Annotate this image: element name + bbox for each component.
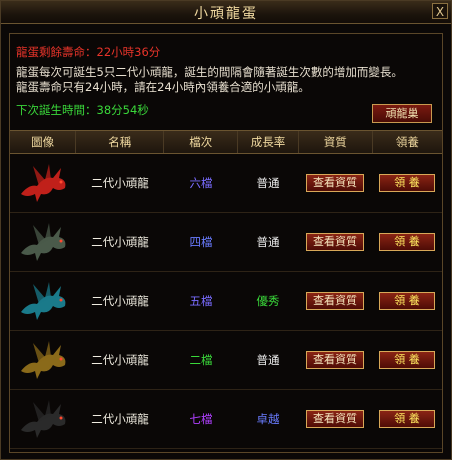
header-aptitude: 資質 <box>299 131 373 153</box>
adopt-button[interactable]: 領 養 <box>379 410 435 428</box>
dragon-name: 二代小頑龍 <box>91 353 149 367</box>
dragon-name: 二代小頑龍 <box>91 294 149 308</box>
dragon-icon <box>21 340 66 379</box>
adopt-button[interactable]: 領 養 <box>379 233 435 251</box>
adopt-button[interactable]: 領 養 <box>379 174 435 192</box>
dragon-name: 二代小頑龍 <box>91 176 149 190</box>
title-bar[interactable]: 小頑龍蛋 X <box>1 1 451 24</box>
aptitude-cell: 查看資質 <box>298 233 372 251</box>
adopt-button[interactable]: 領 養 <box>379 351 435 369</box>
dragon-name: 二代小頑龍 <box>91 412 149 426</box>
table-row-1: 二代小頑龍 六檔 普通 查看資質 領 養 <box>10 154 442 213</box>
dragon-growth: 普通 <box>256 353 280 367</box>
adopt-cell: 領 養 <box>372 233 442 251</box>
dragon-icon <box>21 399 66 438</box>
window-title: 小頑龍蛋 <box>194 6 258 22</box>
description-line-2: 龍蛋壽命只有24小時，請在24小時內領養合適的小頑龍。 <box>16 80 310 94</box>
dragon-icon <box>21 281 66 320</box>
dragon-image-cell <box>10 158 76 209</box>
header-adopt: 領養 <box>395 135 419 149</box>
dragon-grade: 六檔 <box>189 176 213 190</box>
adopt-cell: 領 養 <box>372 292 442 310</box>
egg-info: 龍蛋剩餘壽命：22小時36分 龍蛋每次可誕生5只二代小頑龍，誕生的間隔會隨著誕生… <box>16 44 403 118</box>
dragon-image-cell <box>10 335 76 386</box>
dragon-table: 圖像 名稱 檔次 成長率 資質 領養 二代小頑龍 六檔 普通 查看資質 領 養 <box>10 130 442 449</box>
adopt-button[interactable]: 領 養 <box>379 292 435 310</box>
description-line-1: 龍蛋每次可誕生5只二代小頑龍，誕生的間隔會隨著誕生次數的增加而變長。 <box>16 65 403 79</box>
table-row-3: 二代小頑龍 五檔 優秀 查看資質 領 養 <box>10 272 442 331</box>
aptitude-cell: 查看資質 <box>298 292 372 310</box>
table-header: 圖像 名稱 檔次 成長率 資質 領養 <box>10 130 442 154</box>
header-grade: 檔次 <box>164 131 239 153</box>
adopt-cell: 領 養 <box>372 351 442 369</box>
close-button[interactable]: X <box>432 3 448 19</box>
view-aptitude-button[interactable]: 查看資質 <box>306 292 364 310</box>
dragon-grade: 二檔 <box>189 353 213 367</box>
adopt-cell: 領 養 <box>372 174 442 192</box>
aptitude-cell: 查看資質 <box>298 351 372 369</box>
dragon-growth: 普通 <box>256 235 280 249</box>
adopt-cell: 領 養 <box>372 410 442 428</box>
view-aptitude-button[interactable]: 查看資質 <box>306 351 364 369</box>
header-image: 圖像 <box>10 131 77 153</box>
dragon-icon <box>21 222 66 261</box>
view-aptitude-button[interactable]: 查看資質 <box>306 410 364 428</box>
egg-description: 龍蛋每次可誕生5只二代小頑龍，誕生的間隔會隨著誕生次數的增加而變長。 龍蛋壽命只… <box>16 65 403 95</box>
dragon-name: 二代小頑龍 <box>91 235 149 249</box>
egg-life-text: 龍蛋剩餘壽命：22小時36分 <box>16 45 161 59</box>
view-aptitude-button[interactable]: 查看資質 <box>306 233 364 251</box>
dragon-image-cell <box>10 394 76 445</box>
dragon-nest-button[interactable]: 頑龍巢 <box>372 104 432 123</box>
dragon-grade: 五檔 <box>189 294 213 308</box>
dragon-image-cell <box>10 217 76 268</box>
header-growth: 成長率 <box>238 131 299 153</box>
dragon-image-cell <box>10 276 76 327</box>
dragon-growth: 優秀 <box>256 294 280 308</box>
dragon-grade: 七檔 <box>189 412 213 426</box>
dragon-icon <box>21 163 66 202</box>
aptitude-cell: 查看資質 <box>298 410 372 428</box>
dragon-growth: 普通 <box>256 176 280 190</box>
next-birth-time: 下次誕生時間：38分54秒 <box>16 103 149 117</box>
aptitude-cell: 查看資質 <box>298 174 372 192</box>
table-row-4: 二代小頑龍 二檔 普通 查看資質 領 養 <box>10 331 442 390</box>
dragon-grade: 四檔 <box>189 235 213 249</box>
table-row-5: 二代小頑龍 七檔 卓越 查看資質 領 養 <box>10 390 442 449</box>
header-name: 名稱 <box>76 131 165 153</box>
content-panel: 龍蛋剩餘壽命：22小時36分 龍蛋每次可誕生5只二代小頑龍，誕生的間隔會隨著誕生… <box>9 33 443 453</box>
table-body: 二代小頑龍 六檔 普通 查看資質 領 養 二代小頑龍 四檔 普通 查看資質 領 … <box>10 154 442 449</box>
dragon-growth: 卓越 <box>256 412 280 426</box>
table-row-2: 二代小頑龍 四檔 普通 查看資質 領 養 <box>10 213 442 272</box>
dragon-egg-window: 小頑龍蛋 X 龍蛋剩餘壽命：22小時36分 龍蛋每次可誕生5只二代小頑龍，誕生的… <box>0 0 452 460</box>
view-aptitude-button[interactable]: 查看資質 <box>306 174 364 192</box>
